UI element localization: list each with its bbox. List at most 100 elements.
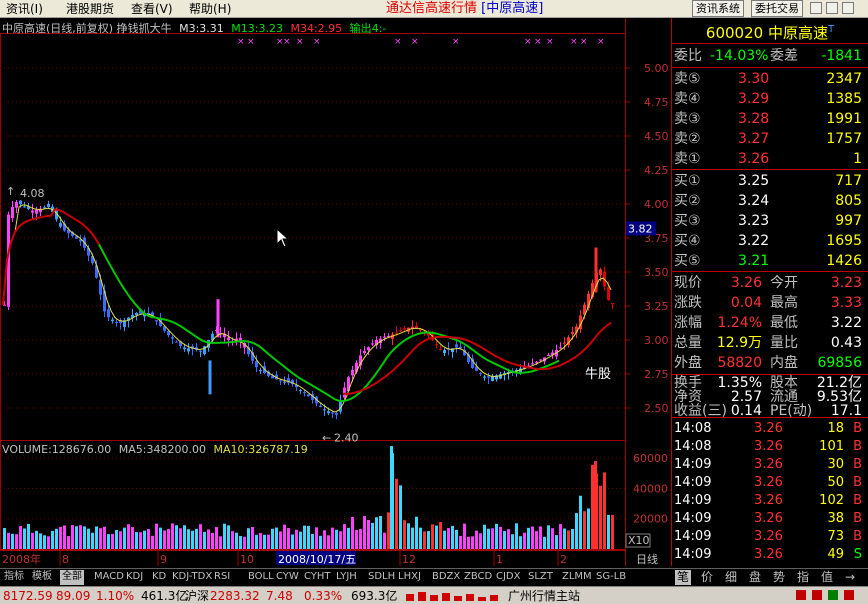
bid-row[interactable]: 买① 3.25 717 (672, 171, 866, 191)
detail-tabs: 笔价细盘势指值 → (671, 568, 868, 585)
volume-bar (599, 485, 602, 549)
tab-全部[interactable]: 全部 (60, 570, 84, 585)
minimize-icon[interactable] (810, 2, 822, 14)
month-label: 2 (560, 553, 567, 566)
kline-chart[interactable]: 5.00 4.75 4.50 4.25 4.00 3.75 3.50 3.25 3.00 2.75… (0, 18, 671, 566)
volume-bar (427, 531, 430, 549)
tab-slzt[interactable]: SLZT (526, 570, 555, 585)
volume-bar (371, 522, 374, 549)
detail-tab[interactable]: 盘 (747, 570, 763, 585)
volume-tick-label: 20000 (633, 513, 668, 526)
volume-bar (415, 516, 418, 549)
tab-rsi[interactable]: RSI (212, 570, 232, 585)
online-icon (828, 590, 838, 600)
tab-sg-lb[interactable]: SG-LB (594, 570, 628, 585)
tab-lhxj[interactable]: LHXJ (396, 570, 423, 585)
detail-tab[interactable]: 笔 (675, 570, 692, 585)
tab-lyjh[interactable]: LYJH (334, 570, 359, 585)
ask-row[interactable]: 卖② 3.27 1757 (672, 129, 866, 149)
bid-row[interactable]: 买④ 3.22 1695 (672, 231, 866, 251)
tab-bdzx[interactable]: BDZX (430, 570, 462, 585)
candle-body (323, 409, 326, 411)
menu-help[interactable]: 帮助(H) (189, 1, 231, 17)
signal-mark: × (247, 37, 255, 47)
tab-zbcd[interactable]: ZBCD (462, 570, 494, 585)
tick-row[interactable]: 14:08 3.26 101 B (672, 438, 866, 456)
detail-tab[interactable]: 指 (795, 570, 811, 585)
tick-direction: S (853, 547, 862, 562)
server-name[interactable]: 广州行情主站 (508, 588, 580, 604)
tab-boll[interactable]: BOLL (246, 570, 276, 585)
stat-value: 3.23 (830, 275, 862, 291)
detail-tab[interactable]: → (843, 570, 857, 585)
candle-body (351, 369, 354, 376)
info-system-button[interactable]: 资讯系统 (692, 0, 744, 17)
menu-hk-futures[interactable]: 港股期货 (66, 1, 114, 17)
high-annotation: 4.08 (20, 187, 45, 200)
tab-模板[interactable]: 模板 (30, 570, 54, 585)
tab-zlmm[interactable]: ZLMM (560, 570, 594, 585)
volume-bar (471, 536, 474, 549)
ask-row[interactable]: 卖⑤ 3.30 2347 (672, 69, 866, 89)
volume-bar (587, 508, 590, 549)
tick-row[interactable]: 14:09 3.26 102 B (672, 492, 866, 510)
tab-macd[interactable]: MACD (92, 570, 126, 585)
volume-bar (219, 536, 222, 549)
volume-bar (15, 534, 18, 549)
volume-bar (359, 528, 362, 549)
trade-button[interactable]: 委托交易 (751, 0, 803, 17)
menu-info[interactable]: 资讯(I) (6, 1, 43, 17)
tab-kd[interactable]: KD (150, 570, 168, 585)
detail-tab[interactable]: 细 (723, 570, 739, 585)
bid-row[interactable]: 买③ 3.23 997 (672, 211, 866, 231)
volume-bar (19, 525, 22, 549)
candle-body (395, 332, 398, 334)
stat-row: 外盘 58820 内盘 69856 (672, 353, 866, 373)
volume-bar (7, 532, 10, 549)
candle-body (611, 303, 614, 305)
volume-bar (535, 531, 538, 549)
detail-tab[interactable]: 价 (699, 570, 715, 585)
tab-指标[interactable]: 指标 (2, 570, 26, 585)
tick-volume: 73 (827, 529, 844, 544)
volume-bar (271, 528, 274, 549)
chart-canvas[interactable]: 5.004.754.504.254.003.753.503.253.002.75… (0, 18, 671, 566)
bid-row[interactable]: 买② 3.24 805 (672, 191, 866, 211)
low-arrow-icon: ← (322, 432, 331, 445)
tick-price: 3.26 (754, 547, 783, 562)
tick-row[interactable]: 14:09 3.26 73 B (672, 528, 866, 546)
price-tick-label: 4.50 (644, 130, 669, 143)
stat-label: 内盘 (770, 355, 798, 371)
tab-cjdx[interactable]: CJDX (494, 570, 522, 585)
volume-bar (591, 464, 594, 549)
tick-row[interactable]: 14:09 3.26 50 B (672, 474, 866, 492)
close-icon[interactable] (842, 2, 854, 14)
tick-volume: 18 (827, 421, 844, 436)
tick-row[interactable]: 14:09 3.26 30 B (672, 456, 866, 474)
volume-bar (163, 530, 166, 549)
tick-volume: 49 (827, 547, 844, 562)
tab-kdj[interactable]: KDJ (124, 570, 145, 585)
tab-cyw[interactable]: CYW (274, 570, 301, 585)
tab-sdlh[interactable]: SDLH (366, 570, 397, 585)
tick-row[interactable]: 14:09 3.26 38 B (672, 510, 866, 528)
price-marker-label: 3.82 (628, 222, 653, 235)
detail-tab[interactable]: 值 (819, 570, 835, 585)
bid-label: 买③ (674, 213, 701, 229)
restore-icon[interactable] (826, 2, 838, 14)
tick-row[interactable]: 14:09 3.26 49 S (672, 546, 866, 564)
candle-body (559, 347, 562, 349)
detail-tab[interactable]: 势 (771, 570, 787, 585)
ask-row[interactable]: 卖① 3.26 1 (672, 149, 866, 169)
price-tick-label: 4.00 (644, 198, 669, 211)
ask-row[interactable]: 卖④ 3.29 1385 (672, 89, 866, 109)
bid-label: 买① (674, 173, 701, 189)
tick-row[interactable]: 14:08 3.26 18 B (672, 420, 866, 438)
signal-mark: × (534, 37, 542, 47)
tab-cyht[interactable]: CYHT (302, 570, 333, 585)
ask-row[interactable]: 卖③ 3.28 1991 (672, 109, 866, 129)
menu-view[interactable]: 查看(V) (131, 1, 173, 17)
tab-kdj-tdx[interactable]: KDJ-TDX (170, 570, 214, 585)
speaker-icon (844, 590, 854, 600)
bid-row[interactable]: 买⑤ 3.21 1426 (672, 251, 866, 271)
